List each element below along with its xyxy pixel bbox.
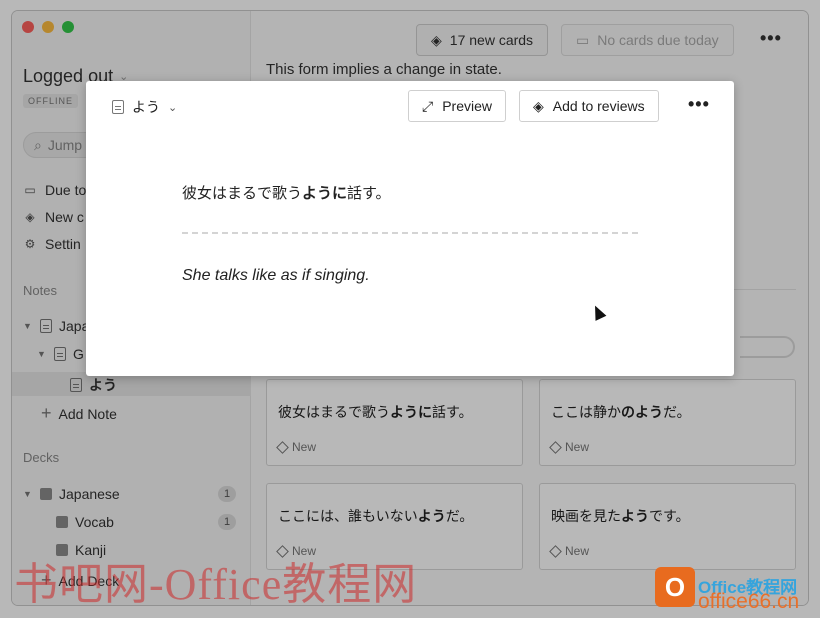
preview-label: Preview xyxy=(442,98,492,114)
document-icon xyxy=(112,100,124,114)
note-title: よう xyxy=(132,99,160,115)
expand-icon: ⤢ xyxy=(422,97,434,114)
more-options-button[interactable]: ••• xyxy=(688,94,710,115)
card-front-text: 彼女はまるで歌うように話す。 xyxy=(182,185,391,202)
watermark-text: 书吧网-Office教程网 xyxy=(14,560,418,609)
card-preview-modal: よう ⌄ ⤢ Preview ◈ Add to reviews ••• 彼女はま… xyxy=(86,81,734,376)
stack-icon: ◈ xyxy=(533,97,544,114)
add-reviews-label: Add to reviews xyxy=(552,98,645,114)
chevron-down-icon: ⌄ xyxy=(168,101,178,114)
watermark-logo-bottom: office66.cn xyxy=(698,590,800,613)
preview-button[interactable]: ⤢ Preview xyxy=(408,90,506,122)
card-back-text: She talks like as if singing. xyxy=(182,267,370,284)
card-divider xyxy=(182,232,638,234)
add-to-reviews-button[interactable]: ◈ Add to reviews xyxy=(519,90,659,122)
office-logo-icon: O xyxy=(655,567,695,607)
note-title-menu[interactable]: よう ⌄ xyxy=(112,97,177,117)
